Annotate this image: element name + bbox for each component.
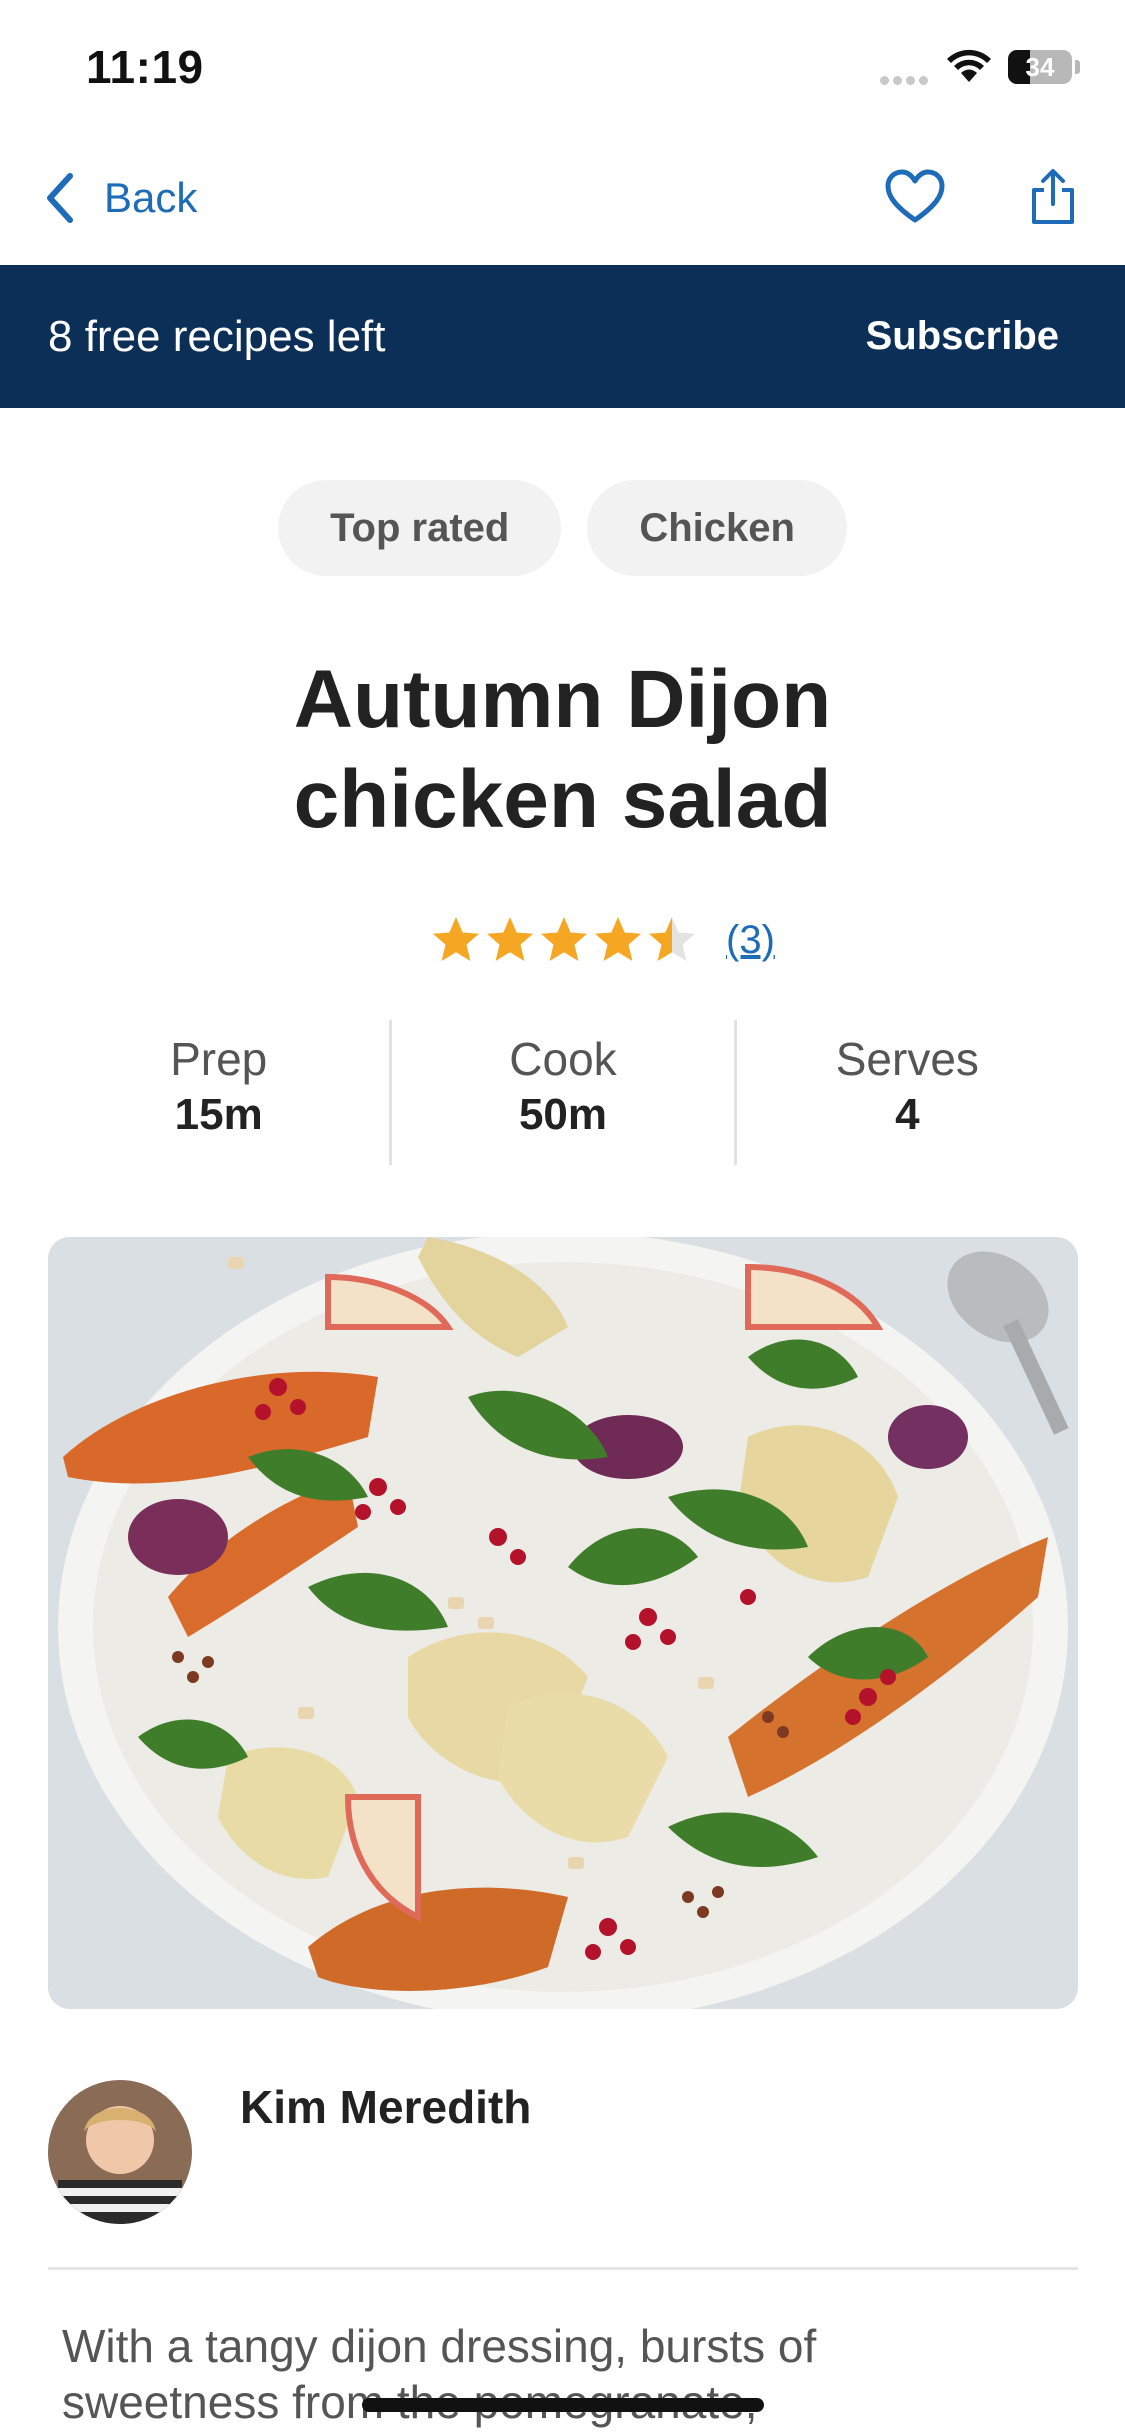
back-button[interactable]: Back — [40, 168, 197, 228]
stat-label: Serves — [835, 1033, 979, 1085]
star-icon — [595, 917, 641, 961]
rating-count-link[interactable]: (3) — [726, 918, 775, 963]
stat-cook: Cook 50m — [389, 1020, 733, 1165]
star-icon — [433, 917, 479, 961]
subscribe-button[interactable]: Subscribe — [866, 265, 1059, 408]
recipe-title-line-2: chicken salad — [293, 754, 832, 845]
avatar-photo — [48, 2080, 192, 2224]
stat-value: 4 — [895, 1090, 920, 1139]
star-icon — [487, 917, 533, 961]
free-recipes-text: 8 free recipes left — [48, 312, 386, 361]
status-bar: 11:19 34 — [0, 0, 1125, 130]
recipe-title-line-1: Autumn Dijon — [293, 654, 832, 745]
wifi-icon — [947, 49, 991, 82]
tag-top-rated[interactable]: Top rated — [278, 480, 562, 576]
tag-chicken[interactable]: Chicken — [587, 480, 847, 576]
battery-level: 34 — [1025, 52, 1055, 82]
status-time: 11:19 — [86, 41, 204, 93]
stat-label: Cook — [509, 1033, 617, 1085]
stat-label: Prep — [170, 1033, 268, 1085]
recipe-tags: Top rated Chicken — [0, 480, 1125, 576]
recipe-description: With a tangy dijon dressing, bursts of s… — [62, 2320, 817, 2428]
share-icon[interactable] — [1030, 168, 1076, 226]
home-indicator — [362, 2398, 764, 2412]
recipe-stats: Prep 15m Cook 50m Serves 4 — [48, 1020, 1078, 1165]
star-rating[interactable]: (3) — [430, 905, 775, 975]
star-icon — [541, 917, 587, 961]
cellular-signal-icon — [880, 72, 936, 85]
heart-icon[interactable] — [884, 168, 946, 226]
stars — [430, 914, 700, 966]
stat-prep: Prep 15m — [48, 1020, 389, 1165]
author-avatar[interactable] — [48, 2080, 192, 2224]
recipe-title: Autumn Dijon chicken salad — [0, 650, 1125, 850]
chevron-left-icon — [47, 173, 73, 223]
free-recipes-banner: 8 free recipes left Subscribe — [0, 265, 1125, 408]
divider — [48, 2267, 1078, 2270]
battery-icon: 34 — [1008, 50, 1072, 84]
author-name[interactable]: Kim Meredith — [240, 2080, 531, 2134]
star-icon — [649, 917, 695, 961]
stat-serves: Serves 4 — [733, 1020, 1078, 1165]
recipe-hero-image[interactable] — [48, 1237, 1078, 2009]
stat-value: 15m — [174, 1090, 263, 1139]
back-label: Back — [104, 174, 198, 221]
stat-value: 50m — [518, 1090, 608, 1139]
salad-illustration — [48, 1237, 1078, 2009]
